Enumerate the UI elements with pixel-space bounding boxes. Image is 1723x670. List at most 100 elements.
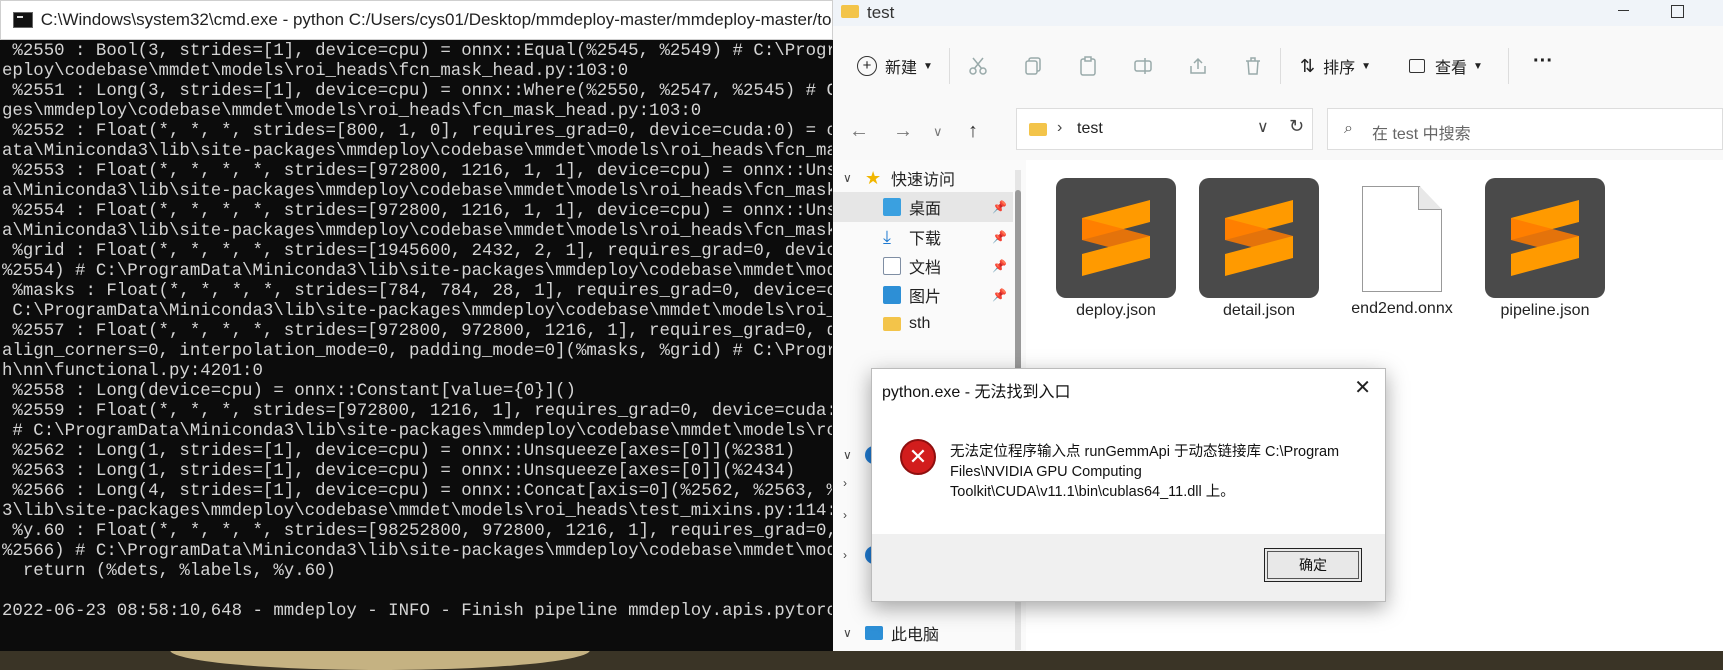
- chevron-right-icon: ›: [843, 476, 847, 490]
- sidebar-label: 下载: [909, 231, 942, 248]
- chevron-down-icon: ∨: [843, 626, 852, 640]
- address-path: test: [1077, 120, 1103, 137]
- dialog-footer: 确定: [872, 534, 1385, 601]
- sidebar-item-desktop[interactable]: 桌面 📌: [833, 192, 1013, 222]
- folder-icon: [841, 5, 859, 18]
- desktop-icon: [883, 198, 901, 216]
- console-line: a\Miniconda3\lib\site-packages\mmdeploy\…: [2, 222, 832, 241]
- file-name: detail.json: [1222, 302, 1296, 319]
- cut-icon[interactable]: [968, 56, 988, 76]
- cmd-output[interactable]: %2550 : Bool(3, strides=[1], device=cpu)…: [2, 42, 832, 642]
- copy-icon[interactable]: [1023, 56, 1043, 76]
- console-line: %2566 : Long(4, strides=[1], device=cpu)…: [2, 482, 832, 501]
- pin-icon[interactable]: 📌: [992, 259, 1007, 273]
- sidebar-label: 桌面: [909, 201, 942, 218]
- console-line: C:\ProgramData\Miniconda3\lib\site-packa…: [2, 302, 832, 321]
- sidebar-item-sth[interactable]: sth: [833, 309, 1013, 339]
- console-line: %2554 : Float(*, *, *, *, strides=[97280…: [2, 202, 832, 221]
- search-placeholder: 在 test 中搜索: [1372, 126, 1471, 143]
- sidebar-label: 快速访问: [891, 172, 956, 189]
- view-icon: [1409, 59, 1425, 73]
- cmd-title: C:\Windows\system32\cmd.exe - python C:/…: [40, 10, 832, 29]
- file-item[interactable]: pipeline.json: [1485, 178, 1605, 320]
- maximize-icon[interactable]: [1671, 5, 1684, 18]
- cmd-icon: [13, 12, 33, 28]
- chevron-right-icon: ›: [843, 508, 847, 522]
- file-item[interactable]: end2end.onnx: [1342, 178, 1462, 318]
- pin-icon[interactable]: 📌: [992, 200, 1007, 214]
- file-item[interactable]: detail.json: [1199, 178, 1319, 320]
- share-icon[interactable]: [1188, 56, 1208, 76]
- cmd-window[interactable]: C:\Windows\system32\cmd.exe - python C:/…: [0, 0, 834, 651]
- chevron-right-icon: ›: [843, 548, 847, 562]
- up-arrow-icon[interactable]: ↑: [968, 120, 978, 143]
- console-line: %y.60 : Float(*, *, *, *, strides=[98252…: [2, 522, 832, 541]
- new-button[interactable]: + 新建 ▼: [857, 54, 933, 78]
- sort-button[interactable]: ⇅ 排序 ▼: [1300, 54, 1371, 78]
- blank-file-icon: [1362, 186, 1442, 292]
- address-row: ← → ∨ ↑ › test ∨ ↻ ⌕ 在 test 中搜索: [833, 104, 1723, 160]
- console-line: %2558 : Long(device=cpu) = onnx::Constan…: [2, 382, 576, 401]
- chevron-down-icon: ∨: [843, 448, 852, 462]
- sidebar-item-downloads[interactable]: ⤓ 下载 📌: [833, 222, 1013, 252]
- toolbar-divider: [949, 48, 950, 84]
- sidebar-item-documents[interactable]: 文档 📌: [833, 251, 1013, 281]
- address-bar[interactable]: › test ∨ ↻: [1016, 108, 1313, 150]
- chevron-down-icon[interactable]: ∨: [1257, 117, 1269, 137]
- sidebar-item-this-pc[interactable]: ∨ 此电脑: [833, 618, 1013, 648]
- rename-icon[interactable]: [1133, 56, 1153, 76]
- computer-icon: [865, 626, 883, 640]
- pin-icon[interactable]: 📌: [992, 230, 1007, 244]
- explorer-title: test: [867, 3, 895, 22]
- view-button[interactable]: 查看 ▼: [1409, 54, 1483, 78]
- console-line: align_corners=0, interpolation_mode=0, p…: [2, 342, 832, 361]
- forward-arrow-icon[interactable]: →: [893, 120, 913, 143]
- explorer-titlebar[interactable]: test: [833, 0, 1723, 26]
- file-name: end2end.onnx: [1351, 300, 1453, 317]
- refresh-icon[interactable]: ↻: [1289, 116, 1304, 137]
- console-line: ges\mmdeploy\codebase\mmdet\models\roi_h…: [2, 102, 702, 121]
- search-box[interactable]: ⌕ 在 test 中搜索: [1327, 108, 1723, 150]
- minimize-icon[interactable]: [1618, 10, 1629, 11]
- explorer-toolbar: + 新建 ▼ ⇅ 排序 ▼ 查看 ▼ ···: [833, 26, 1723, 105]
- chevron-down-icon: ▼: [1473, 60, 1483, 72]
- close-icon[interactable]: ✕: [1354, 375, 1371, 400]
- more-options-button[interactable]: ···: [1533, 50, 1553, 73]
- picture-icon: [883, 286, 901, 304]
- ok-button[interactable]: 确定: [1264, 548, 1362, 582]
- sublime-icon: [1056, 178, 1176, 298]
- folder-icon: [883, 317, 901, 331]
- sidebar-item-quick-access[interactable]: ∨ ★ 快速访问: [833, 163, 1013, 193]
- back-arrow-icon[interactable]: ←: [849, 120, 869, 143]
- recent-chevron-icon[interactable]: ∨: [933, 124, 943, 140]
- chevron-down-icon: ∨: [843, 171, 852, 185]
- file-item[interactable]: deploy.json: [1056, 178, 1176, 320]
- console-line: 2022-06-23 08:58:10,648 - mmdeploy - INF…: [2, 602, 832, 621]
- console-line: %masks : Float(*, *, *, *, strides=[784,…: [2, 282, 832, 301]
- view-label: 查看: [1435, 60, 1468, 77]
- console-line: eploy\codebase\mmdet\models\roi_heads\fc…: [2, 62, 629, 81]
- chevron-down-icon: ▼: [1361, 60, 1372, 72]
- console-line: %2554) # C:\ProgramData\Miniconda3\lib\s…: [2, 262, 832, 281]
- file-name: pipeline.json: [1500, 302, 1590, 319]
- console-line: h\nn\functional.py:4201:0: [2, 362, 263, 381]
- sort-label: 排序: [1323, 60, 1356, 77]
- console-line: ata\Miniconda3\lib\site-packages\mmdeplo…: [2, 142, 832, 161]
- console-line: %2557 : Float(*, *, *, *, strides=[97280…: [2, 322, 832, 341]
- console-line: %2562 : Long(1, strides=[1], device=cpu)…: [2, 442, 796, 461]
- sidebar-label: sth: [909, 315, 931, 332]
- sort-icon: ⇅: [1300, 55, 1316, 76]
- delete-icon[interactable]: [1243, 56, 1263, 76]
- new-label: 新建: [885, 60, 918, 77]
- cmd-titlebar[interactable]: C:\Windows\system32\cmd.exe - python C:/…: [0, 0, 833, 40]
- pin-icon[interactable]: 📌: [992, 288, 1007, 302]
- sidebar-item-pictures[interactable]: 图片 📌: [833, 280, 1013, 310]
- chevron-down-icon: ▼: [923, 60, 933, 72]
- paste-icon[interactable]: [1078, 56, 1098, 76]
- dialog-title: python.exe - 无法找到入口: [882, 384, 1071, 401]
- error-dialog[interactable]: python.exe - 无法找到入口 ✕ ✕ 无法定位程序输入点 runGem…: [871, 368, 1386, 602]
- star-icon: ★: [865, 168, 882, 188]
- sublime-icon: [1199, 178, 1319, 298]
- console-line: a\Miniconda3\lib\site-packages\mmdeploy\…: [2, 182, 832, 201]
